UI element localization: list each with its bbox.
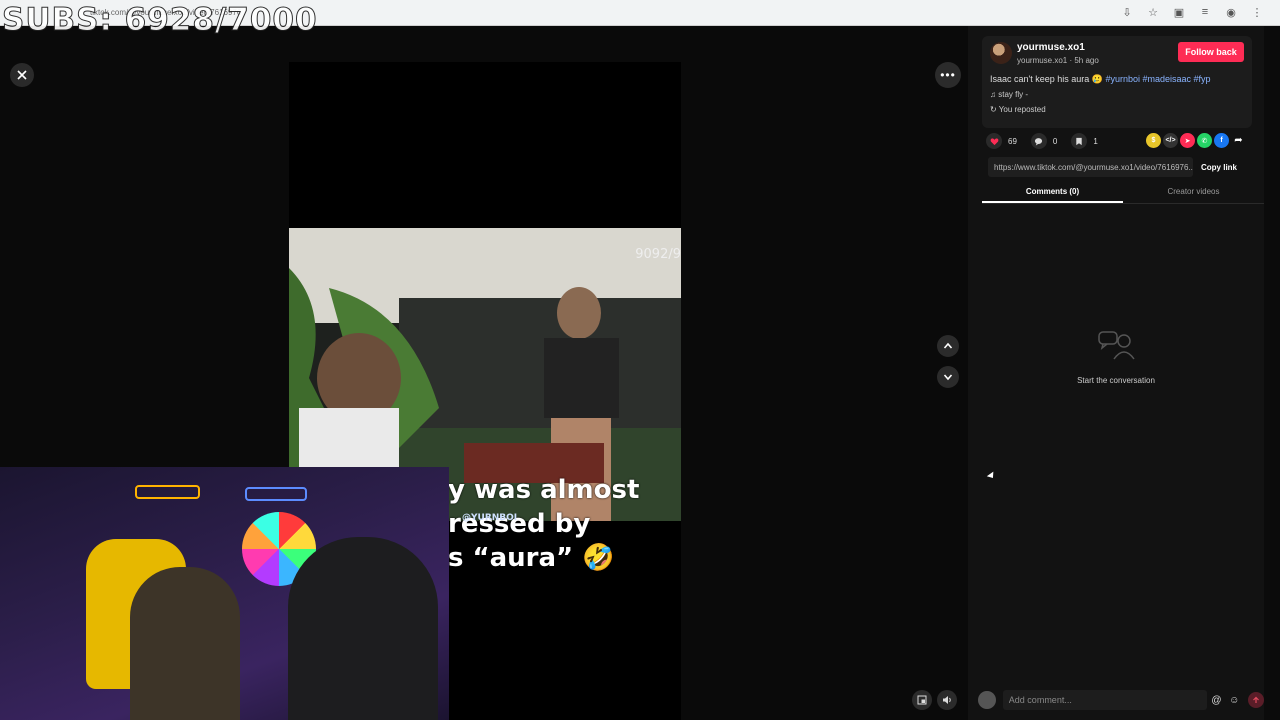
close-button[interactable] <box>10 63 34 87</box>
bookmark-icon <box>1076 137 1083 145</box>
details-panel: yourmuse.xo1 yourmuse.xo1 · 5h ago Follo… <box>968 26 1280 720</box>
arrow-up-icon <box>1253 696 1260 703</box>
engagement-bar: 69 0 1 <box>986 132 1098 150</box>
sound-info[interactable]: ♫ stay fly - <box>990 90 1028 99</box>
share-options: $ </> ➤ ✆ f ➦ <box>1146 133 1246 148</box>
stream-counter: 9092/9 <box>635 247 681 262</box>
heart-icon <box>990 137 998 145</box>
panel-tabs: Comments (0) Creator videos <box>982 184 1264 204</box>
share-arrow-icon[interactable]: ➦ <box>1231 133 1246 148</box>
comment-button[interactable] <box>1030 133 1047 149</box>
mention-icon[interactable]: @ <box>1209 692 1225 708</box>
post-meta: yourmuse.xo1 · 5h ago <box>1017 56 1099 65</box>
tab-creator-videos[interactable]: Creator videos <box>1123 184 1264 203</box>
copy-link-row: https://www.tiktok.com/@yourmuse.xo1/vid… <box>988 157 1250 177</box>
save-button[interactable] <box>1071 133 1088 149</box>
author-avatar[interactable] <box>990 42 1012 64</box>
neon-sign <box>135 485 200 499</box>
browser-controls: ⇩ ☆ ▣ ≡ ◉ ⋮ <box>1120 5 1264 19</box>
more-options-button[interactable]: ••• <box>935 62 961 88</box>
empty-state-text: Start the conversation <box>1077 376 1155 385</box>
profile-icon[interactable]: ◉ <box>1224 5 1238 19</box>
like-button[interactable] <box>986 133 1002 149</box>
author-name[interactable]: yourmuse.xo1 <box>1017 42 1085 53</box>
extensions-icon[interactable]: ≡ <box>1198 5 1212 19</box>
star-icon[interactable]: ☆ <box>1146 5 1160 19</box>
whatsapp-icon[interactable]: ✆ <box>1197 133 1212 148</box>
pip-button[interactable] <box>912 690 932 710</box>
like-count: 69 <box>1008 136 1017 146</box>
streamer-webcam <box>0 467 449 720</box>
repost-status: ↻ You reposted <box>990 105 1046 114</box>
volume-button[interactable] <box>937 690 957 710</box>
post-comment-button[interactable] <box>1248 692 1264 708</box>
caption-text: Isaac can't keep his aura 🥲 <box>990 74 1103 84</box>
post-caption: Isaac can't keep his aura 🥲 #yurnboi #ma… <box>990 74 1211 85</box>
previous-video-button[interactable] <box>937 335 959 357</box>
comment-count: 0 <box>1052 136 1058 146</box>
next-video-button[interactable] <box>937 366 959 388</box>
ellipsis-icon: ••• <box>940 68 956 82</box>
copy-link-button[interactable]: Copy link <box>1201 163 1237 172</box>
comment-icon <box>1035 137 1043 146</box>
menu-icon[interactable]: ⋮ <box>1250 5 1264 19</box>
sidebar-icon[interactable]: ▣ <box>1172 5 1186 19</box>
coin-icon[interactable]: $ <box>1146 133 1161 148</box>
streamer-person <box>130 567 240 720</box>
neon-sign <box>245 487 307 501</box>
video-link-field[interactable]: https://www.tiktok.com/@yourmuse.xo1/vid… <box>988 157 1193 177</box>
speaker-icon <box>942 696 951 704</box>
repost-icon: ↻ <box>990 105 999 114</box>
picture-in-picture-icon <box>917 695 927 705</box>
tab-comments[interactable]: Comments (0) <box>982 184 1123 203</box>
tiktok-viewer: tiktok.com/@yourmuse.xo1/video/7616976 ⇩… <box>0 0 1280 720</box>
post-description-card: yourmuse.xo1 yourmuse.xo1 · 5h ago Follo… <box>982 36 1252 128</box>
music-note-icon: ♫ <box>990 90 999 99</box>
comment-input[interactable] <box>1002 690 1207 710</box>
sound-name: stay fly - <box>998 90 1029 99</box>
follow-back-button[interactable]: Follow back <box>1178 42 1244 62</box>
chevron-down-icon <box>943 374 953 381</box>
chat-bubbles-icon <box>1098 331 1135 360</box>
emoji-icon[interactable]: ☺ <box>1226 692 1242 708</box>
creator-watermark: @YURNBOI <box>462 513 518 523</box>
repost-text: You reposted <box>998 105 1046 114</box>
close-icon <box>17 70 27 80</box>
video-caption-overlay: y was almost ressed by s “aura” 🤣 @YURNB… <box>448 473 639 575</box>
install-icon[interactable]: ⇩ <box>1120 5 1134 19</box>
save-count: 1 <box>1093 136 1098 146</box>
hashtag-links[interactable]: #yurnboi #madeisaac #fyp <box>1106 74 1211 84</box>
comment-composer: @ ☺ <box>978 690 1264 710</box>
chevron-up-icon <box>943 342 953 349</box>
user-avatar <box>978 691 996 709</box>
panel-scrollbar[interactable] <box>1264 26 1280 720</box>
facebook-icon[interactable]: f <box>1214 133 1229 148</box>
send-icon[interactable]: ➤ <box>1180 133 1195 148</box>
caption-line-3: s “aura” 🤣 <box>448 543 615 573</box>
guest-person <box>288 537 438 720</box>
empty-comments-state: Start the conversation <box>968 329 1264 385</box>
embed-icon[interactable]: </> <box>1163 133 1178 148</box>
subscriber-goal-overlay: SUBS: 6928/7000 <box>2 2 318 39</box>
